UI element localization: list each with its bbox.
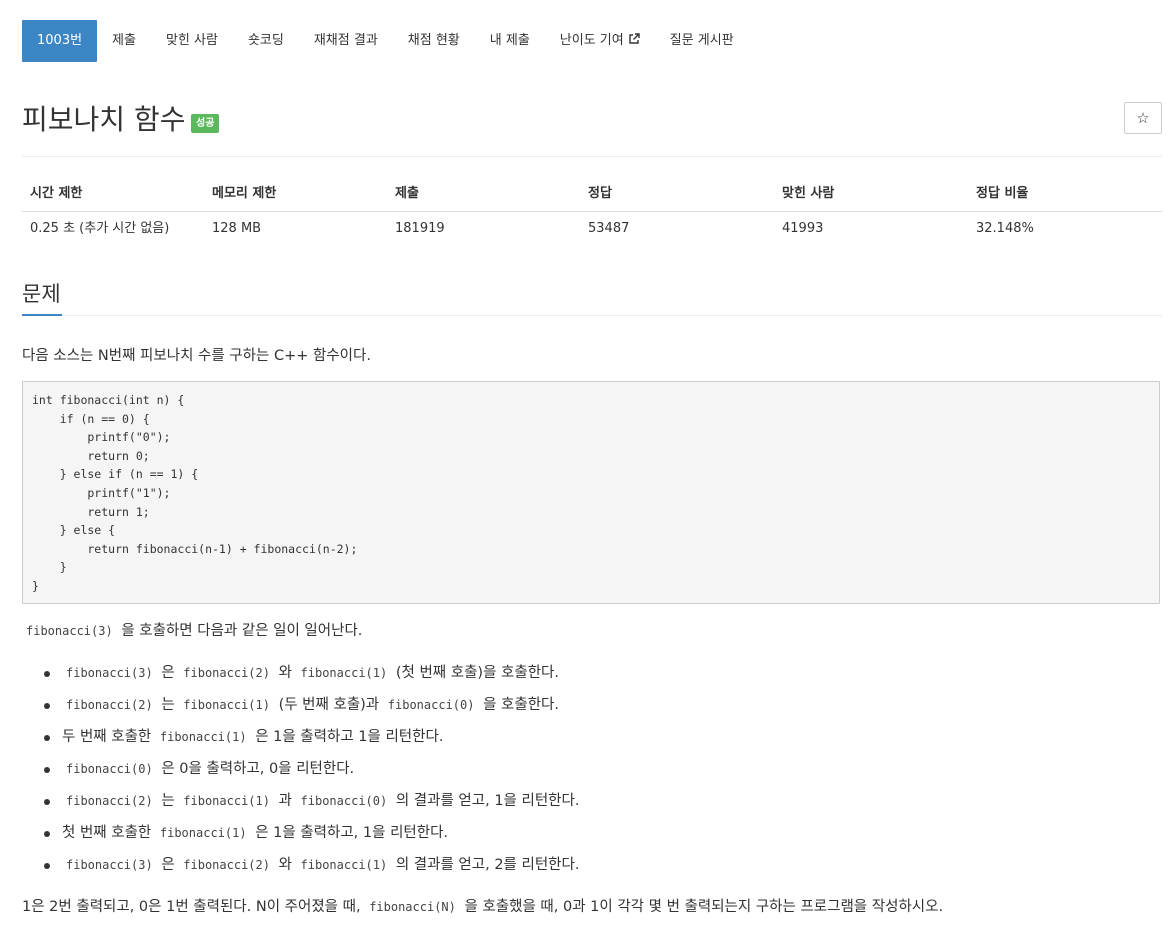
code-block: int fibonacci(int n) { if (n == 0) { pri… (22, 381, 1160, 604)
code-line: int fibonacci(int n) { (32, 393, 185, 407)
inline-code: fibonacci(2) (66, 794, 153, 808)
problem-nav: 1003번 제출 맞힌 사람 숏코딩 재채점 결과 채점 현황 내 제출 난이도… (22, 20, 749, 62)
header-divider (22, 156, 1162, 157)
value-accepted: 53487 (588, 221, 630, 236)
value-memory-limit: 128 MB (212, 221, 262, 236)
section-title: 문제 (22, 282, 61, 306)
value-accept-ratio: 32.148% (976, 221, 1034, 236)
list-item: fibonacci(2) 는 fibonacci(1) (두 번째 호출)과 f… (22, 694, 579, 726)
tab-difficulty-label: 난이도 기여 (559, 33, 624, 48)
problem-intro: 다음 소스는 N번째 피보나치 수를 구하는 C++ 함수이다. (22, 348, 371, 364)
step-text: (두 번째 호출)과 (278, 697, 380, 713)
list-item: fibonacci(3) 은 fibonacci(2) 와 fibonacci(… (22, 854, 579, 886)
inline-code: fibonacci(1) (159, 826, 247, 840)
step-text: (첫 번째 호출)을 호출한다. (395, 665, 559, 681)
code-line: return fibonacci(n-1) + fibonacci(n-2); (32, 541, 358, 556)
step-text: 은 (161, 857, 175, 873)
list-item: fibonacci(0) 은 0을 출력하고, 0을 리턴한다. (22, 758, 579, 790)
step-text: 두 번째 호출한 (62, 729, 152, 745)
inline-code: fibonacci(2) (183, 858, 270, 872)
inline-code: fibonacci(0) (66, 762, 153, 776)
table-header-row: 시간 제한 메모리 제한 제출 정답 맞힌 사람 정답 비율 (22, 176, 1162, 212)
header-accepted: 정답 (588, 186, 612, 201)
code-line: } (32, 578, 39, 593)
step-text: 을 호출한다. (483, 697, 559, 713)
value-time-limit: 0.25 초 (추가 시간 없음) (30, 221, 170, 236)
tab-qna-board[interactable]: 질문 게시판 (655, 20, 749, 62)
tab-solvers[interactable]: 맞힌 사람 (151, 20, 233, 62)
step-text: 은 (161, 665, 175, 681)
step-text: 의 결과를 얻고, 1을 리턴한다. (395, 793, 580, 809)
tab-submit[interactable]: 제출 (97, 20, 151, 62)
inline-code: fibonacci(3) (26, 624, 113, 638)
problem-task: 1은 2번 출력되고, 0은 1번 출력된다. N이 주어졌을 때, fibon… (22, 897, 943, 917)
call-description: fibonacci(3) 을 호출하면 다음과 같은 일이 일어난다. (22, 621, 362, 641)
inline-code: fibonacci(3) (66, 666, 153, 680)
header-submissions: 제출 (395, 186, 419, 201)
tab-problem[interactable]: 1003번 (22, 20, 98, 62)
task-text: 1은 2번 출력되고, 0은 1번 출력된다. N이 주어졌을 때, (22, 899, 361, 915)
code-line: printf("1"); (32, 485, 171, 500)
inline-code: fibonacci(0) (300, 794, 388, 808)
inline-code: fibonacci(1) (300, 858, 388, 872)
star-icon: ☆ (1136, 110, 1150, 127)
tab-difficulty[interactable]: 난이도 기여 (545, 20, 655, 62)
header-time-limit: 시간 제한 (30, 186, 83, 201)
step-text: 첫 번째 호출한 (62, 825, 152, 841)
inline-code: fibonacci(2) (66, 698, 153, 712)
list-item: 두 번째 호출한 fibonacci(1) 은 1을 출력하고 1을 리턴한다. (22, 726, 579, 758)
inline-code: fibonacci(3) (66, 858, 153, 872)
section-divider (22, 315, 1162, 316)
page-title: 피보나치 함수 (22, 103, 186, 136)
step-text: 과 (278, 793, 292, 809)
inline-code: fibonacci(2) (183, 666, 270, 680)
inline-code: fibonacci(1) (300, 666, 388, 680)
list-item: fibonacci(3) 은 fibonacci(2) 와 fibonacci(… (22, 662, 579, 694)
tab-my-submissions[interactable]: 내 제출 (475, 20, 545, 62)
step-text: 의 결과를 얻고, 2를 리턴한다. (395, 857, 580, 873)
problem-info-table: 시간 제한 메모리 제한 제출 정답 맞힌 사람 정답 비율 0.25 초 (추… (22, 176, 1162, 246)
step-text: 와 (278, 665, 292, 681)
header-memory-limit: 메모리 제한 (212, 186, 277, 201)
value-submissions: 181919 (395, 221, 445, 236)
inline-code: fibonacci(1) (159, 730, 247, 744)
inline-code: fibonacci(N) (369, 900, 456, 914)
inline-code: fibonacci(1) (183, 698, 270, 712)
section-underline (22, 314, 62, 316)
step-text: 는 (161, 697, 175, 713)
code-line: } (32, 560, 67, 575)
call-description-text: 을 호출하면 다음과 같은 일이 일어난다. (121, 623, 363, 639)
code-line: printf("0"); (32, 430, 171, 445)
inline-code: fibonacci(1) (183, 794, 270, 808)
code-line: return 0; (32, 448, 150, 463)
code-line: if (n == 0) { (32, 411, 150, 426)
step-text: 은 1을 출력하고 1을 리턴한다. (255, 729, 444, 745)
value-solvers: 41993 (782, 221, 824, 236)
task-text: 을 호출했을 때, 0과 1이 각각 몇 번 출력되는지 구하는 프로그램을 작… (464, 899, 944, 915)
step-text: 은 0을 출력하고, 0을 리턴한다. (161, 761, 355, 777)
favorite-star-button[interactable]: ☆ (1124, 102, 1162, 134)
call-steps-list: fibonacci(3) 은 fibonacci(2) 와 fibonacci(… (22, 662, 579, 886)
table-row: 0.25 초 (추가 시간 없음) 128 MB 181919 53487 41… (22, 212, 1162, 246)
tab-status[interactable]: 채점 현황 (393, 20, 475, 62)
list-item: fibonacci(2) 는 fibonacci(1) 과 fibonacci(… (22, 790, 579, 822)
step-text: 는 (161, 793, 175, 809)
status-badge: 성공 (191, 114, 220, 133)
problem-header: 피보나치 함수 성공 ☆ (22, 98, 1162, 148)
code-line: } else { (32, 523, 116, 538)
step-text: 은 1을 출력하고, 1을 리턴한다. (255, 825, 449, 841)
header-accept-ratio: 정답 비율 (976, 186, 1029, 201)
tab-short-coding[interactable]: 숏코딩 (233, 20, 299, 62)
list-item: 첫 번째 호출한 fibonacci(1) 은 1을 출력하고, 1을 리턴한다… (22, 822, 579, 854)
code-line: } else if (n == 1) { (32, 467, 199, 482)
header-solvers: 맞힌 사람 (782, 186, 835, 201)
tab-rejudge[interactable]: 재채점 결과 (299, 20, 393, 62)
step-text: 와 (278, 857, 292, 873)
inline-code: fibonacci(0) (387, 698, 475, 712)
code-line: return 1; (32, 504, 150, 519)
external-link-icon (629, 33, 640, 44)
